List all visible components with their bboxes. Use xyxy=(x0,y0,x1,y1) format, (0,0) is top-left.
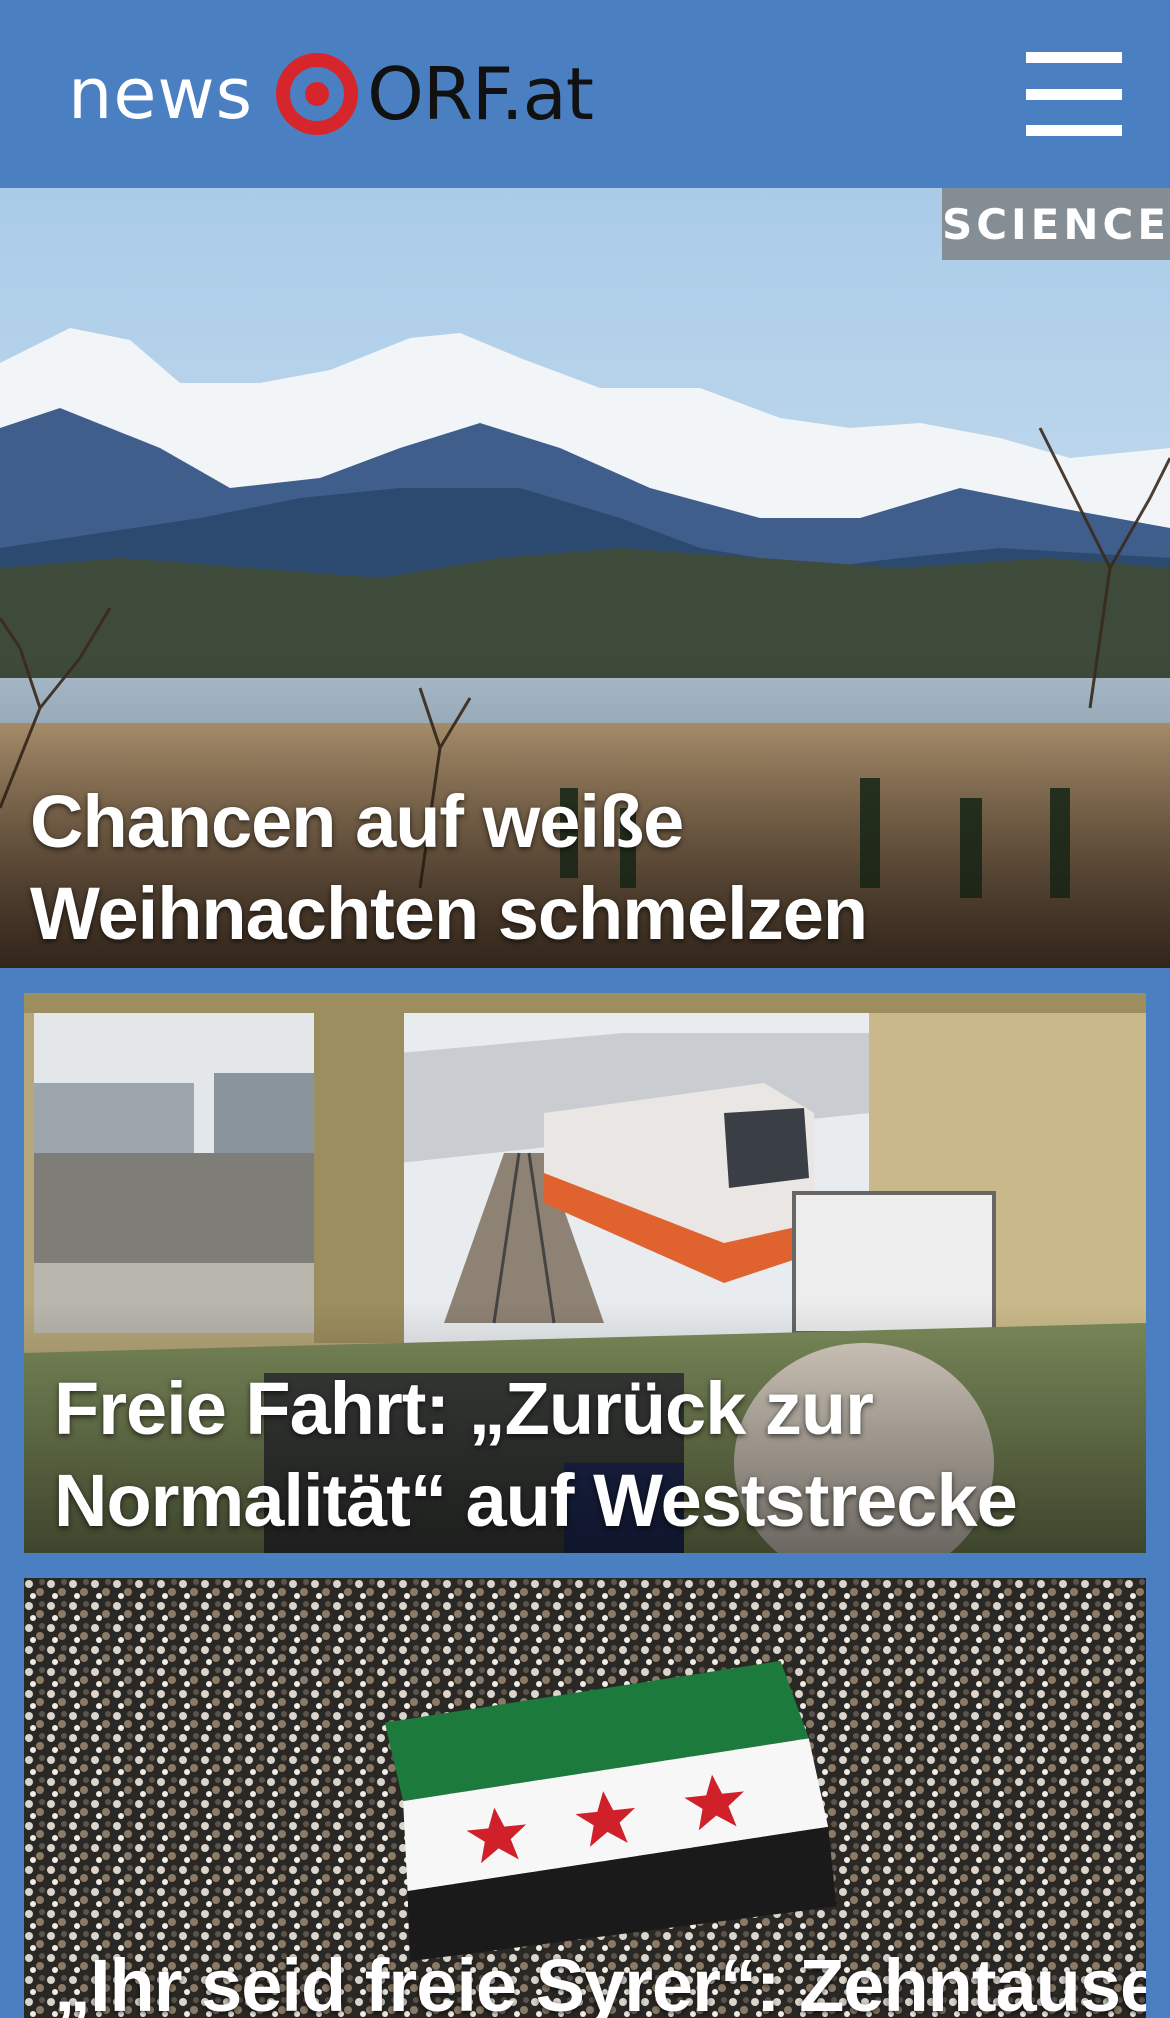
hamburger-menu-icon[interactable] xyxy=(1026,52,1122,136)
article-card[interactable]: Freie Fahrt: „Zurück zur Normalität“ auf… xyxy=(24,993,1146,1553)
top-bar: news ORF.at xyxy=(0,0,1170,188)
article-card[interactable]: „Ihr seid freie Syrer“: Zehntausende xyxy=(24,1578,1146,2018)
category-badge[interactable]: SCIENCE xyxy=(942,188,1170,260)
logo-news-text: news xyxy=(68,53,254,135)
article-headline[interactable]: „Ihr seid freie Syrer“: Zehntausende xyxy=(54,1940,1146,2018)
orf-eye-icon xyxy=(276,53,359,135)
hero-article[interactable]: SCIENCE Chancen auf weiße Weihnachten sc… xyxy=(0,188,1170,968)
logo-orf-text: ORF.at xyxy=(367,52,594,136)
news-orf-logo[interactable]: news ORF.at xyxy=(68,46,594,142)
article-headline[interactable]: Freie Fahrt: „Zurück zur Normalität“ auf… xyxy=(54,1363,1134,1547)
article-headline[interactable]: Chancen auf weiße Weihnachten schmelzen xyxy=(30,776,1130,960)
